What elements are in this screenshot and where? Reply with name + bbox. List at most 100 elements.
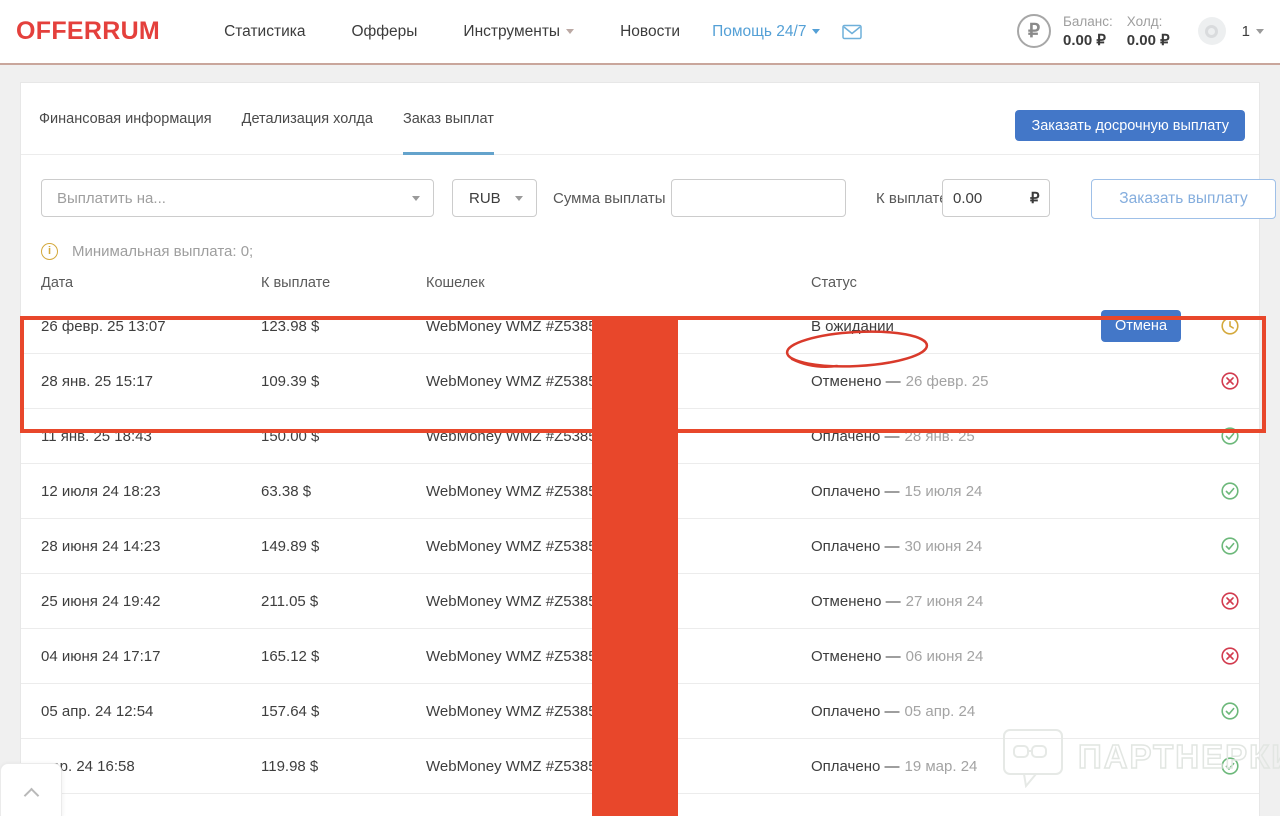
status-text: Оплачено — <box>811 428 900 445</box>
scroll-to-top-button[interactable] <box>0 763 62 816</box>
chevron-down-icon <box>412 196 420 201</box>
row-date: 25 июня 24 19:42 <box>41 593 261 610</box>
status-date: 28 янв. 25 <box>905 428 975 445</box>
currency-select[interactable]: RUB <box>452 179 537 217</box>
col-date: Дата <box>41 275 261 291</box>
col-status: Статус <box>811 275 1239 291</box>
chevron-up-icon <box>23 788 39 804</box>
row-amount: 165.12 $ <box>261 648 426 665</box>
info-icon: i <box>41 243 58 260</box>
status-date: 27 июня 24 <box>906 593 984 610</box>
cancel-payout-button[interactable]: Отмена <box>1101 310 1181 342</box>
status-date: 15 июля 24 <box>905 483 983 500</box>
row-status: Отменено — 27 июня 24 <box>811 593 1181 610</box>
row-date: мар. 24 16:58 <box>41 758 261 775</box>
row-date: 28 июня 24 14:23 <box>41 538 261 555</box>
status-paid-icon <box>1221 427 1239 445</box>
row-date: 11 янв. 25 18:43 <box>41 428 261 445</box>
to-pay-label: К выплате <box>876 190 948 207</box>
amount-input[interactable] <box>671 179 846 217</box>
status-date: 06 июня 24 <box>906 648 984 665</box>
nav-offers[interactable]: Офферы <box>351 23 417 41</box>
row-status: Оплачено — 05 апр. 24 <box>811 703 1181 720</box>
tab-hold-details[interactable]: Детализация холда <box>242 83 373 154</box>
row-date: 04 июня 24 17:17 <box>41 648 261 665</box>
balance-value: 0.00 ₽ <box>1063 31 1113 51</box>
status-paid-icon <box>1221 757 1239 775</box>
avatar[interactable] <box>1198 17 1226 45</box>
status-paid-icon <box>1221 482 1239 500</box>
row-date: 26 февр. 25 13:07 <box>41 318 261 335</box>
avatar-placeholder-icon <box>1205 25 1218 38</box>
order-payout-button[interactable]: Заказать выплату <box>1091 179 1276 219</box>
help-menu[interactable]: Помощь 24/7 <box>712 23 820 41</box>
row-status: Оплачено — 30 июня 24 <box>811 538 1181 555</box>
messages-envelope-icon[interactable] <box>842 24 862 40</box>
status-text: В ожидании <box>811 318 894 335</box>
hold-label: Холд: <box>1127 13 1170 31</box>
status-pending-icon <box>1221 317 1239 335</box>
row-date: 12 июля 24 18:23 <box>41 483 261 500</box>
row-amount: 211.05 $ <box>261 593 426 610</box>
status-cancelled-icon <box>1221 372 1239 390</box>
row-amount: 149.89 $ <box>261 538 426 555</box>
chevron-down-icon <box>566 29 574 34</box>
chevron-down-icon <box>812 29 820 34</box>
row-date: 05 апр. 24 12:54 <box>41 703 261 720</box>
row-status: Оплачено — 19 мар. 24 <box>811 758 1181 775</box>
row-status: Оплачено — 15 июля 24 <box>811 483 1181 500</box>
wallet-select[interactable]: Выплатить на... <box>41 179 434 217</box>
account-switcher[interactable]: 1 <box>1242 23 1264 40</box>
account-zone: ₽ Баланс: 0.00 ₽ Холд: 0.00 ₽ 1 <box>1017 13 1264 50</box>
status-cancelled-icon <box>1221 592 1239 610</box>
status-paid-icon <box>1221 702 1239 720</box>
nav-statistics[interactable]: Статистика <box>224 23 305 41</box>
col-wallet: Кошелек <box>426 275 811 291</box>
table-header: Дата К выплате Кошелек Статус <box>21 261 1259 299</box>
status-date: 19 мар. 24 <box>905 758 978 775</box>
row-status: В ожидании Отмена <box>811 310 1181 342</box>
wallet-select-placeholder: Выплатить на... <box>57 190 166 207</box>
row-amount: 123.98 $ <box>261 318 426 335</box>
tabs-bar: Финансовая информация Детализация холда … <box>21 83 1259 155</box>
row-amount: 63.38 $ <box>261 483 426 500</box>
chevron-down-icon <box>515 196 523 201</box>
row-amount: 109.39 $ <box>261 373 426 390</box>
main-nav: Статистика Офферы Инструменты Новости <box>224 23 680 41</box>
row-status: Отменено — 06 июня 24 <box>811 648 1181 665</box>
redaction-bar <box>592 316 678 816</box>
status-date: 26 февр. 25 <box>906 373 989 390</box>
status-text: Оплачено — <box>811 758 900 775</box>
status-date: 30 июня 24 <box>905 538 983 555</box>
logo[interactable]: OFFERRUM <box>16 17 160 46</box>
status-text: Оплачено — <box>811 483 900 500</box>
tab-financial-info[interactable]: Финансовая информация <box>39 83 212 154</box>
status-text: Оплачено — <box>811 703 900 720</box>
amount-label: Сумма выплаты <box>553 190 666 207</box>
row-amount: 119.98 $ <box>261 758 426 775</box>
top-navbar: OFFERRUM Статистика Офферы Инструменты Н… <box>0 0 1280 65</box>
balance-block: Баланс: 0.00 ₽ Холд: 0.00 ₽ <box>1063 13 1170 50</box>
hold-value: 0.00 ₽ <box>1127 31 1170 51</box>
min-payout-note: i Минимальная выплата: 0; <box>41 241 1259 261</box>
nav-news[interactable]: Новости <box>620 23 680 41</box>
status-date: 05 апр. 24 <box>905 703 976 720</box>
row-date: 28 янв. 25 15:17 <box>41 373 261 390</box>
chevron-down-icon <box>1256 29 1264 34</box>
status-text: Отменено — <box>811 648 901 665</box>
row-status: Оплачено — 28 янв. 25 <box>811 428 1181 445</box>
row-amount: 157.64 $ <box>261 703 426 720</box>
early-payout-button[interactable]: Заказать досрочную выплату <box>1015 110 1245 141</box>
status-text: Отменено — <box>811 373 901 390</box>
payout-form: Выплатить на... RUB Сумма выплаты К выпл… <box>21 179 1259 219</box>
row-amount: 150.00 $ <box>261 428 426 445</box>
status-cancelled-icon <box>1221 647 1239 665</box>
tab-payout-orders[interactable]: Заказ выплат <box>403 83 494 154</box>
nav-tools[interactable]: Инструменты <box>463 23 574 41</box>
ruble-coin-icon: ₽ <box>1017 14 1051 48</box>
balance-label: Баланс: <box>1063 13 1113 31</box>
status-text: Оплачено — <box>811 538 900 555</box>
ruble-suffix: ₽ <box>1030 189 1040 207</box>
col-amount: К выплате <box>261 275 426 291</box>
status-text: Отменено — <box>811 593 901 610</box>
